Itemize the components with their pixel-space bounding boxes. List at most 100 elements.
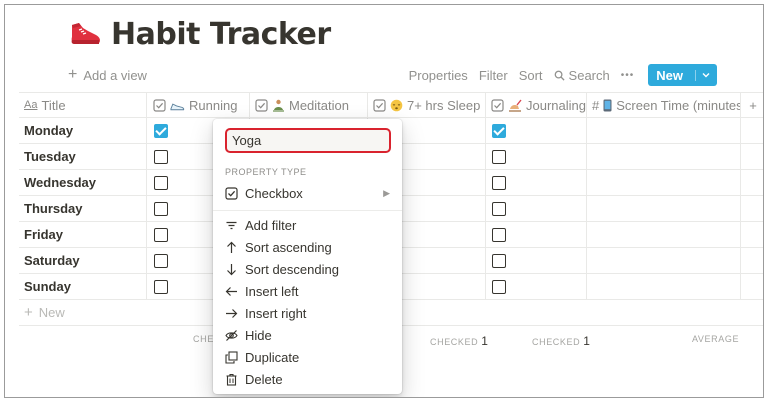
journaling-checkbox[interactable] [492, 253, 506, 268]
calc-value: 1 [481, 334, 488, 348]
page-title[interactable]: Habit Tracker [111, 17, 331, 52]
journaling-cell[interactable] [486, 222, 587, 247]
row-spacer [741, 144, 763, 169]
red-sneaker-icon[interactable] [69, 17, 103, 51]
journaling-cell[interactable] [486, 274, 587, 299]
shoe-icon [170, 102, 185, 110]
menu-item-label: Insert right [245, 305, 307, 321]
screen-time-cell[interactable] [587, 196, 741, 221]
row-spacer [741, 196, 763, 221]
menu-item-insert-left[interactable]: Insert left [213, 280, 402, 302]
running-checkbox[interactable] [154, 175, 168, 190]
page-header: Habit Tracker [69, 12, 331, 56]
menu-item-label: Hide [245, 327, 272, 343]
row-spacer [741, 118, 763, 143]
search-button[interactable]: Search [554, 68, 610, 83]
property-name-input[interactable] [225, 128, 391, 153]
calc-label: CHECKED [430, 337, 479, 347]
new-button[interactable]: New [648, 64, 717, 86]
journaling-checkbox[interactable] [492, 227, 506, 242]
eye-off-icon [225, 329, 238, 341]
column-header-screen-time[interactable]: # Screen Time (minutes) [587, 93, 741, 117]
property-type-label: Checkbox [245, 185, 303, 201]
row-title[interactable]: Wednesday [19, 170, 147, 195]
row-title[interactable]: Tuesday [19, 144, 147, 169]
column-header-meditation[interactable]: Meditation [250, 93, 368, 117]
table-header-row: Aa Title Running Meditation 7+ hrs Sleep [19, 92, 763, 118]
row-title[interactable]: Monday [19, 118, 147, 143]
row-title[interactable]: Sunday [19, 274, 147, 299]
running-checkbox[interactable] [154, 253, 168, 268]
more-options-button[interactable]: ••• [621, 70, 635, 81]
calc-sleep[interactable]: CHECKED 1 [430, 334, 488, 348]
menu-item-add-filter[interactable]: Add filter [213, 214, 402, 236]
calc-label: CHECKED [532, 337, 581, 347]
screen-time-cell[interactable] [587, 144, 741, 169]
column-header-title[interactable]: Aa Title [19, 93, 147, 117]
add-column-button[interactable]: + [741, 93, 763, 117]
writing-hand-icon [509, 99, 522, 112]
sort-button[interactable]: Sort [519, 68, 543, 83]
menu-item-delete[interactable]: Delete [213, 368, 402, 390]
checkbox-type-icon [255, 98, 268, 112]
screen-time-cell[interactable] [587, 222, 741, 247]
column-label: 7+ hrs Sleep [407, 97, 481, 113]
arrow-left-icon [225, 286, 237, 296]
journaling-cell[interactable] [486, 248, 587, 273]
property-menu: PROPERTY TYPE Checkbox ▶ Add filter Sort … [213, 119, 402, 394]
sleep-face-icon [390, 99, 403, 111]
running-checkbox[interactable] [154, 279, 168, 294]
column-header-running[interactable]: Running [147, 93, 250, 117]
title-aa-icon: Aa [24, 99, 38, 111]
row-title[interactable]: Friday [19, 222, 147, 247]
calc-screen-time[interactable]: AVERAGE [692, 334, 739, 344]
add-view-button[interactable]: + Add a view [68, 63, 147, 87]
menu-item-insert-right[interactable]: Insert right [213, 302, 402, 324]
screen-time-cell[interactable] [587, 118, 741, 143]
checkbox-type-icon [491, 98, 504, 112]
properties-button[interactable]: Properties [409, 68, 468, 83]
journaling-checkbox[interactable] [492, 123, 506, 138]
row-spacer [741, 248, 763, 273]
journaling-cell[interactable] [486, 196, 587, 221]
screen-time-cell[interactable] [587, 170, 741, 195]
column-label: Journaling [526, 97, 586, 113]
screen-time-cell[interactable] [587, 274, 741, 299]
running-checkbox[interactable] [154, 201, 168, 216]
running-checkbox[interactable] [154, 227, 168, 242]
menu-item-duplicate[interactable]: Duplicate [213, 346, 402, 368]
menu-item-sort-ascending[interactable]: Sort ascending [213, 236, 402, 258]
journaling-checkbox[interactable] [492, 175, 506, 190]
row-title[interactable]: Thursday [19, 196, 147, 221]
column-label: Title [41, 97, 66, 113]
journaling-checkbox[interactable] [492, 279, 506, 294]
screen-time-cell[interactable] [587, 248, 741, 273]
journaling-cell[interactable] [486, 170, 587, 195]
journaling-checkbox[interactable] [492, 201, 506, 216]
journaling-cell[interactable] [486, 144, 587, 169]
checkbox-type-icon [153, 98, 166, 112]
column-label: Meditation [289, 97, 349, 113]
checkbox-type-icon [225, 186, 238, 200]
property-actions: Add filter Sort ascending Sort descending I… [213, 214, 402, 390]
calc-journaling[interactable]: CHECKED 1 [532, 334, 590, 348]
journaling-cell[interactable] [486, 118, 587, 143]
app-window: Habit Tracker + Add a view Properties Fi… [4, 4, 764, 398]
calc-value: 1 [583, 334, 590, 348]
new-button-label: New [656, 67, 683, 83]
property-type-heading: PROPERTY TYPE [225, 167, 307, 177]
column-header-sleep[interactable]: 7+ hrs Sleep [368, 93, 486, 117]
property-type-select[interactable]: Checkbox ▶ [213, 182, 402, 204]
journaling-checkbox[interactable] [492, 149, 506, 164]
menu-item-sort-descending[interactable]: Sort descending [213, 258, 402, 280]
menu-item-hide[interactable]: Hide [213, 324, 402, 346]
column-header-journaling[interactable]: Journaling [486, 93, 587, 117]
row-title[interactable]: Saturday [19, 248, 147, 273]
running-checkbox[interactable] [154, 123, 168, 138]
arrow-up-icon [227, 241, 236, 253]
filter-button[interactable]: Filter [479, 68, 508, 83]
running-checkbox[interactable] [154, 149, 168, 164]
menu-item-label: Add filter [245, 217, 297, 233]
plus-icon: + [24, 304, 33, 321]
chevron-down-icon[interactable] [695, 69, 710, 81]
